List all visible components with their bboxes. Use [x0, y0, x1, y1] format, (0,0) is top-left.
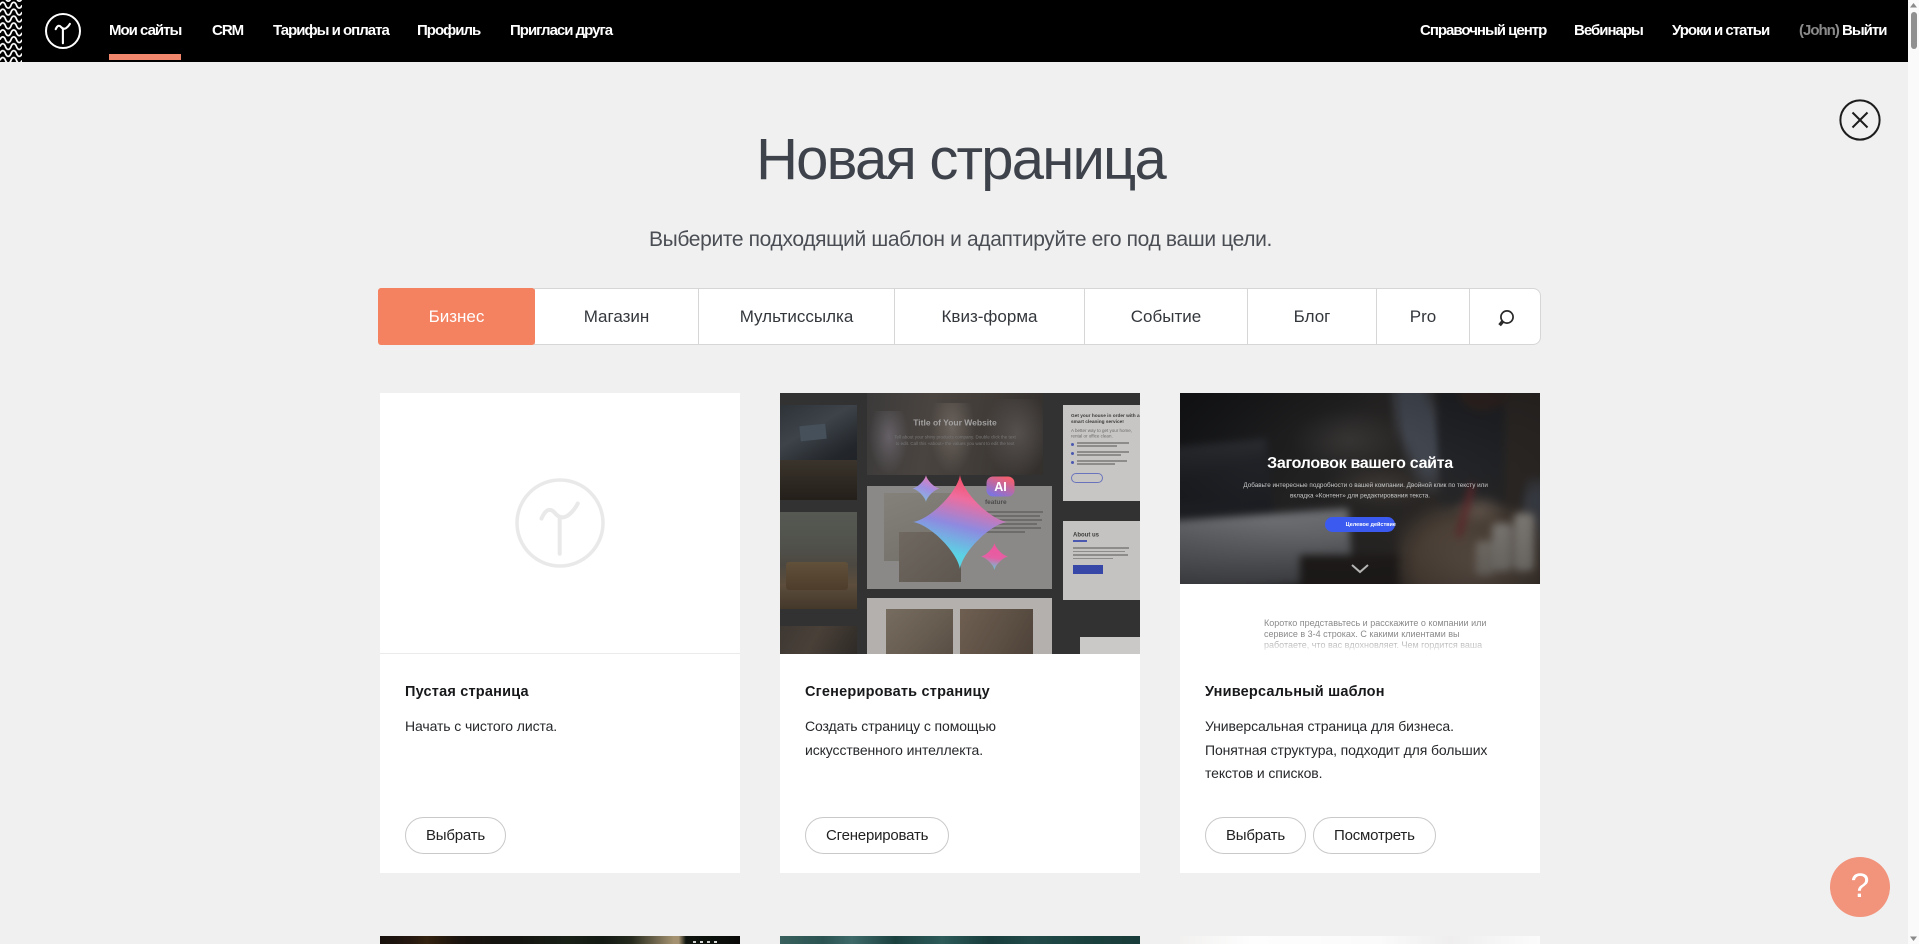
- svg-text:AI: AI: [994, 480, 1007, 494]
